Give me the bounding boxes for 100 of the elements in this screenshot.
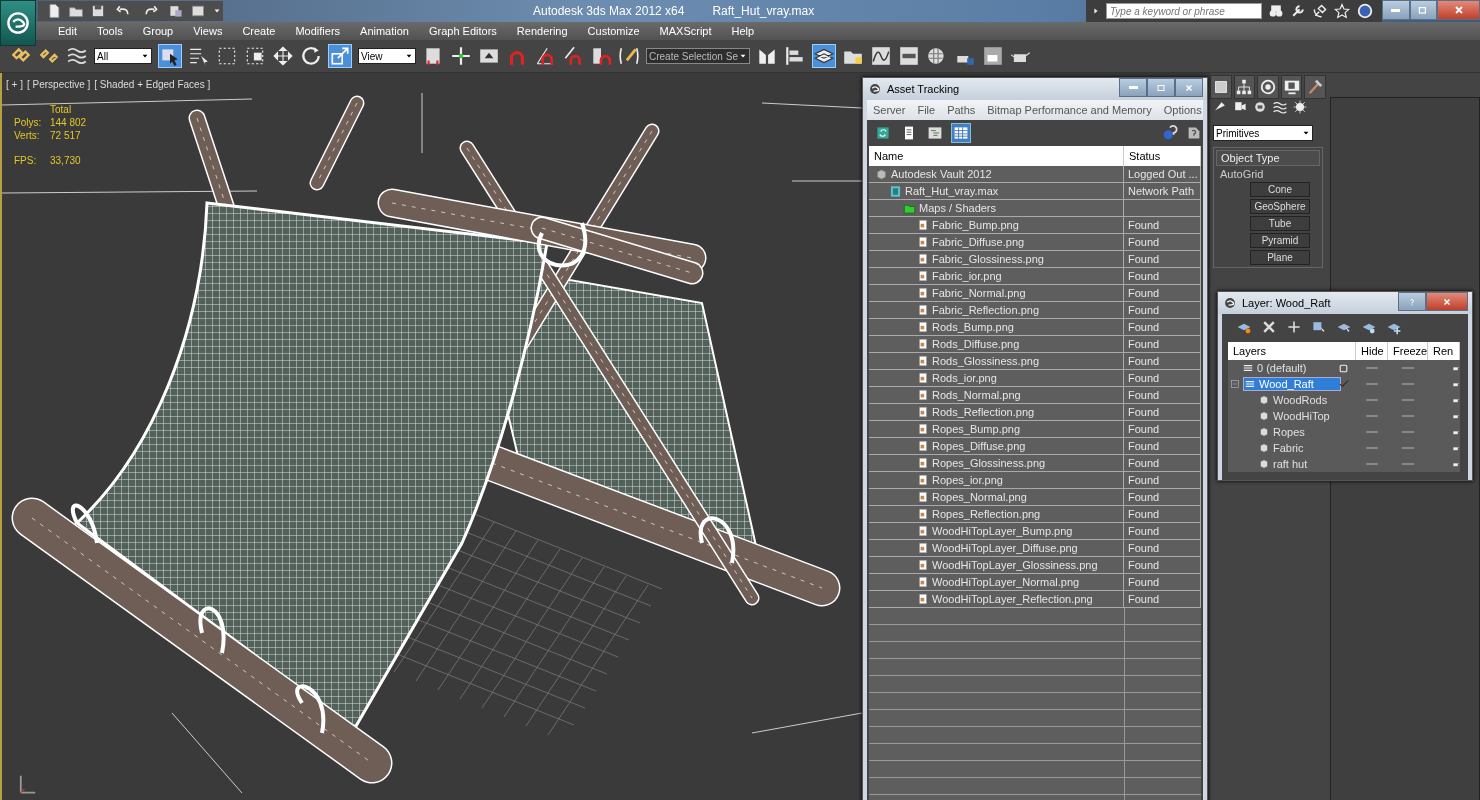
helper-icon[interactable] — [1252, 99, 1268, 115]
spinner-snap-icon[interactable] — [590, 45, 612, 67]
wrench-icon[interactable] — [1290, 3, 1306, 19]
align-icon[interactable] — [784, 45, 806, 67]
systems-icon[interactable] — [1292, 99, 1308, 115]
layer-name[interactable]: WoodRods — [1273, 394, 1328, 406]
space-warp-icon[interactable] — [1272, 99, 1288, 115]
help-icon[interactable] — [1356, 2, 1374, 20]
menu-item[interactable]: File — [911, 104, 942, 116]
menu-item[interactable]: Options — [1157, 104, 1203, 116]
binoculars-icon[interactable] — [1268, 3, 1284, 19]
menu-item[interactable]: Server — [867, 104, 912, 116]
asset-name[interactable]: Fabric_Normal.png — [932, 287, 1026, 299]
edit-named-selection-icon[interactable] — [618, 45, 640, 67]
asset-name[interactable]: Fabric_Bump.png — [932, 219, 1019, 231]
menu-item[interactable]: Edit — [48, 25, 87, 37]
checkmark-icon[interactable] — [1338, 378, 1350, 390]
curve-editor-icon[interactable] — [870, 45, 892, 67]
scale-button[interactable] — [328, 44, 352, 68]
delete-icon[interactable] — [1261, 319, 1277, 335]
minimize-button[interactable] — [1119, 78, 1147, 97]
primitive-button[interactable]: Pyramid — [1250, 233, 1310, 248]
primitive-button[interactable]: Plane — [1250, 250, 1310, 265]
primitive-button[interactable]: Tube — [1250, 216, 1310, 231]
primitive-button[interactable]: Cone — [1250, 182, 1310, 197]
app-menu-button[interactable] — [0, 0, 36, 46]
selection-filter-dropdown[interactable]: All — [94, 48, 152, 64]
restore-button[interactable] — [1409, 0, 1438, 20]
asset-name[interactable]: WoodHiTopLayer_Normal.png — [932, 576, 1080, 588]
asset-name[interactable]: Rods_Reflection.png — [932, 406, 1035, 418]
column-header[interactable]: Name — [874, 150, 904, 162]
close-button[interactable] — [1175, 78, 1203, 97]
minimize-button[interactable] — [1382, 0, 1410, 20]
rendered-frame-icon[interactable] — [982, 45, 1004, 67]
star-icon[interactable] — [1334, 3, 1350, 19]
layer-name[interactable]: Ropes — [1273, 426, 1305, 438]
maximize-button[interactable] — [1147, 78, 1175, 97]
menu-item[interactable]: Create — [232, 25, 286, 37]
asset-name[interactable]: WoodHiTopLayer_Diffuse.png — [932, 542, 1078, 554]
save-icon[interactable] — [90, 3, 106, 19]
angle-snap-icon[interactable] — [534, 45, 556, 67]
category-dropdown[interactable]: Primitives — [1213, 125, 1313, 141]
teapot-icon[interactable] — [1452, 459, 1460, 469]
motion-tab[interactable] — [1257, 75, 1279, 99]
hierarchy-tab[interactable] — [1233, 75, 1256, 99]
select-objects-icon[interactable] — [1311, 319, 1327, 335]
bind-icon[interactable] — [66, 45, 88, 67]
window-icon[interactable] — [190, 3, 206, 19]
layer-manager-button[interactable] — [812, 44, 836, 68]
viewport-label[interactable]: [ + ] — [6, 79, 23, 90]
project-folder-icon[interactable] — [168, 3, 184, 19]
asset-name[interactable]: Maps / Shaders — [919, 202, 997, 214]
asset-name[interactable]: Ropes_Diffuse.png — [932, 440, 1026, 452]
asset-name[interactable]: Rods_ior.png — [932, 372, 997, 384]
reference-coordinate-dropdown[interactable]: View — [358, 48, 416, 64]
asset-name[interactable]: Ropes_Bump.png — [932, 423, 1021, 435]
asset-name[interactable]: WoodHiTopLayer_Glossiness.png — [932, 559, 1098, 571]
menu-item[interactable]: Animation — [350, 25, 419, 37]
menu-item[interactable]: Tools — [86, 25, 133, 37]
select-object-button[interactable] — [158, 44, 182, 68]
layer-name[interactable]: Fabric — [1273, 442, 1304, 454]
teapot-icon[interactable] — [1452, 395, 1460, 405]
close-button[interactable] — [1437, 0, 1480, 20]
schematic-view-icon[interactable] — [898, 45, 920, 67]
percent-snap-icon[interactable] — [562, 45, 584, 67]
help-button[interactable] — [1398, 292, 1426, 311]
menu-item[interactable]: MAXScript — [649, 25, 722, 37]
asset-name[interactable]: Rods_Glossiness.png — [932, 355, 1039, 367]
current-box-icon[interactable] — [1338, 362, 1349, 374]
menu-item[interactable]: Customize — [577, 25, 650, 37]
asset-name[interactable]: Fabric_Diffuse.png — [932, 236, 1025, 248]
rotate-icon[interactable] — [300, 45, 322, 67]
asset-name[interactable]: Fabric_Glossiness.png — [932, 253, 1044, 265]
asset-name[interactable]: Fabric_Reflection.png — [932, 304, 1039, 316]
menu-item[interactable]: Help — [721, 25, 765, 37]
teapot-icon[interactable] — [1452, 443, 1460, 453]
teapot-icon[interactable] — [1452, 411, 1460, 421]
asset-name[interactable]: Raft_Hut_vray.max — [905, 185, 999, 197]
menu-item[interactable]: Graph Editors — [418, 25, 507, 37]
asset-name[interactable]: Autodesk Vault 2012 — [891, 168, 992, 180]
layer-name[interactable]: WoodHiTop — [1273, 410, 1330, 422]
teapot-icon[interactable] — [1452, 427, 1460, 437]
asset-name[interactable]: Ropes_Normal.png — [932, 491, 1027, 503]
rollout-title[interactable]: Object Type — [1216, 150, 1320, 166]
column-header[interactable]: Layers — [1233, 345, 1267, 357]
view-button[interactable] — [951, 123, 971, 143]
asset-name[interactable]: Rods_Bump.png — [932, 321, 1014, 333]
teapot-icon[interactable] — [1452, 379, 1460, 389]
asset-name[interactable]: Ropes_Reflection.png — [932, 508, 1041, 520]
viewport-label[interactable]: [ Perspective ] — [26, 79, 91, 90]
rectangular-region-icon[interactable] — [216, 45, 238, 67]
menu-item[interactable]: Group — [132, 25, 184, 37]
layer-name[interactable]: 0 (default) — [1257, 362, 1307, 374]
add-icon[interactable] — [1286, 319, 1302, 335]
new-file-icon[interactable] — [46, 3, 62, 19]
autogrid-label[interactable]: AutoGrid — [1216, 168, 1320, 180]
teapot-icon[interactable] — [1452, 363, 1460, 373]
asset-name[interactable]: Fabric_ior.png — [932, 270, 1002, 282]
utilities-tab[interactable] — [1304, 75, 1326, 99]
window-crossing-icon[interactable] — [244, 45, 266, 67]
